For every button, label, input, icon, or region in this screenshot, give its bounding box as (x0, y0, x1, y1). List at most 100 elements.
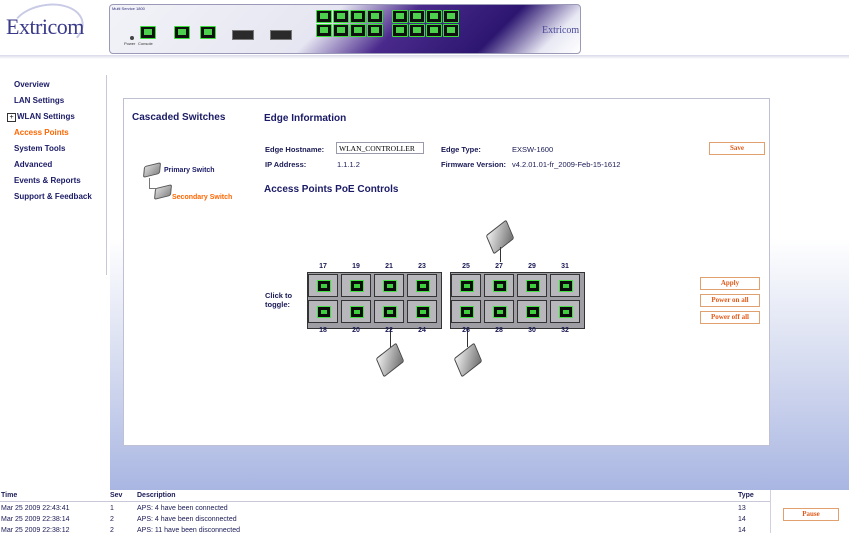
log-cell-sev: 1 (110, 505, 114, 512)
poe-port-toggle[interactable] (550, 300, 580, 323)
poe-port-toggle[interactable] (407, 274, 437, 297)
poe-port-toggle[interactable] (484, 300, 514, 323)
firmware-version-value: v4.2.01.01-fr_2009-Feb-15-1612 (512, 160, 621, 169)
poe-controls-title: Access Points PoE Controls (264, 184, 399, 195)
ip-address-value: 1.1.1.2 (337, 160, 360, 169)
poe-port-toggle[interactable] (517, 300, 547, 323)
banner-console-label: Console (138, 41, 153, 46)
banner-uplink-port (200, 26, 216, 39)
sidebar-item-advanced[interactable]: Advanced (14, 160, 52, 169)
firmware-version-label: Firmware Version: (441, 160, 507, 169)
poe-port-toggle[interactable] (341, 300, 371, 323)
banner-uplink-port (174, 26, 190, 39)
edge-type-label: Edge Type: (441, 145, 481, 154)
log-header-type: Type (738, 492, 754, 499)
banner-port (392, 10, 408, 23)
log-header-description: Description (137, 492, 176, 499)
port-number-label: 19 (352, 263, 360, 270)
poe-port-toggle[interactable] (374, 274, 404, 297)
ethernet-jack-icon (460, 306, 474, 318)
sidebar-item-overview[interactable]: Overview (14, 80, 50, 89)
secondary-switch-link[interactable]: Secondary Switch (172, 194, 232, 201)
banner-port (443, 24, 459, 37)
pause-button[interactable]: Pause (783, 508, 839, 521)
sidebar-item-wlan-settings[interactable]: WLAN Settings (17, 112, 75, 121)
banner-extricom-logo: Extricom (542, 25, 580, 36)
sidebar-item-support-feedback[interactable]: Support & Feedback (14, 192, 92, 201)
log-header-time: Time (1, 492, 18, 499)
ap-connector-line (500, 247, 501, 262)
expand-plus-icon[interactable]: + (7, 113, 16, 122)
port-number-label: 27 (495, 263, 503, 270)
poe-port-toggle[interactable] (407, 300, 437, 323)
port-number-label: 24 (418, 327, 426, 334)
log-cell-desc: APS: 4 have been connected (137, 505, 228, 512)
ethernet-jack-icon (559, 306, 573, 318)
banner-port (409, 24, 425, 37)
ethernet-jack-icon (559, 280, 573, 292)
tree-connector (149, 178, 156, 189)
primary-switch-link[interactable]: Primary Switch (164, 167, 215, 174)
edge-hostname-input[interactable] (336, 142, 424, 154)
banner-port (392, 24, 408, 37)
poe-port-toggle[interactable] (308, 274, 338, 297)
banner-port (443, 10, 459, 23)
power-on-all-button[interactable]: Power on all (700, 294, 760, 307)
save-button[interactable]: Save (709, 142, 765, 155)
poe-port-toggle[interactable] (451, 274, 481, 297)
banner-port (409, 10, 425, 23)
banner-port (350, 10, 366, 23)
banner-sfp-slot (270, 30, 292, 40)
ethernet-jack-icon (317, 306, 331, 318)
port-number-label: 30 (528, 327, 536, 334)
log-cell-type: 14 (738, 516, 746, 523)
port-number-label: 28 (495, 327, 503, 334)
port-number-label: 20 (352, 327, 360, 334)
poe-port-toggle[interactable] (517, 274, 547, 297)
poe-port-toggle[interactable] (341, 274, 371, 297)
sidebar-item-events-reports[interactable]: Events & Reports (14, 176, 81, 185)
banner-power-led (130, 36, 134, 40)
poe-port-toggle[interactable] (374, 300, 404, 323)
header-shadow (0, 55, 849, 59)
port-number-label: 22 (385, 327, 393, 334)
ethernet-jack-icon (317, 280, 331, 292)
banner-model-label: Multi Service 1800 (112, 6, 145, 11)
ethernet-jack-icon (350, 280, 364, 292)
banner-port (367, 24, 383, 37)
banner-console-port (140, 26, 156, 39)
power-off-all-button[interactable]: Power off all (700, 311, 760, 324)
poe-port-toggle[interactable] (308, 300, 338, 323)
ethernet-jack-icon (526, 280, 540, 292)
banner-port (426, 24, 442, 37)
ethernet-jack-icon (416, 280, 430, 292)
poe-port-toggle[interactable] (484, 274, 514, 297)
banner-port (350, 24, 366, 37)
ethernet-jack-icon (383, 306, 397, 318)
edge-hostname-label: Edge Hostname: (265, 145, 325, 154)
port-number-label: 31 (561, 263, 569, 270)
port-number-label: 23 (418, 263, 426, 270)
port-number-label: 26 (462, 327, 470, 334)
log-header-divider (0, 501, 770, 502)
click-to-toggle-label-line2: toggle: (265, 300, 290, 309)
ethernet-jack-icon (493, 306, 507, 318)
sidebar-item-system-tools[interactable]: System Tools (14, 144, 65, 153)
poe-port-toggle[interactable] (451, 300, 481, 323)
ethernet-jack-icon (526, 306, 540, 318)
apply-button[interactable]: Apply (700, 277, 760, 290)
cascaded-switches-title: Cascaded Switches (132, 112, 226, 123)
extricom-logo: Extricom (6, 14, 84, 39)
poe-port-toggle[interactable] (550, 274, 580, 297)
sidebar-item-lan-settings[interactable]: LAN Settings (14, 96, 64, 105)
banner-port (333, 10, 349, 23)
port-number-label: 21 (385, 263, 393, 270)
log-header-sev: Sev (110, 492, 123, 499)
banner-port (333, 24, 349, 37)
banner-port (316, 10, 332, 23)
port-number-label: 17 (319, 263, 327, 270)
sidebar-item-access-points[interactable]: Access Points (14, 128, 69, 137)
port-number-label: 32 (561, 327, 569, 334)
banner-port (426, 10, 442, 23)
ethernet-jack-icon (493, 280, 507, 292)
